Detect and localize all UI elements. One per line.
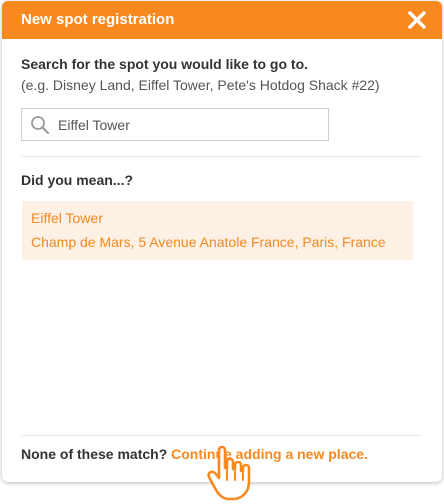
footer-divider [21,435,421,436]
search-prompt: Search for the spot you would like to go… [21,56,309,72]
suggestion-name: Eiffel Tower [31,210,103,226]
suggestion-address: Champ de Mars, 5 Avenue Anatole France, … [31,234,386,250]
dialog-title: New spot registration [21,11,175,28]
search-box[interactable] [21,108,329,141]
hand-pointer-icon [207,445,251,501]
search-input[interactable] [58,109,318,140]
divider [21,156,421,157]
search-icon [31,116,49,134]
close-icon[interactable] [406,9,428,31]
search-example: (e.g. Disney Land, Eiffel Tower, Pete's … [21,77,380,93]
footer: None of these match? Continue adding a n… [21,446,368,462]
footer-text: None of these match? [21,446,168,462]
continue-adding-link[interactable]: Continue adding a new place. [171,446,368,462]
suggestion-item[interactable]: Eiffel Tower Champ de Mars, 5 Avenue Ana… [22,201,413,260]
suggestions-heading: Did you mean...? [21,172,134,188]
new-spot-dialog: New spot registration Search for the spo… [2,1,442,482]
dialog-titlebar: New spot registration [2,1,442,39]
